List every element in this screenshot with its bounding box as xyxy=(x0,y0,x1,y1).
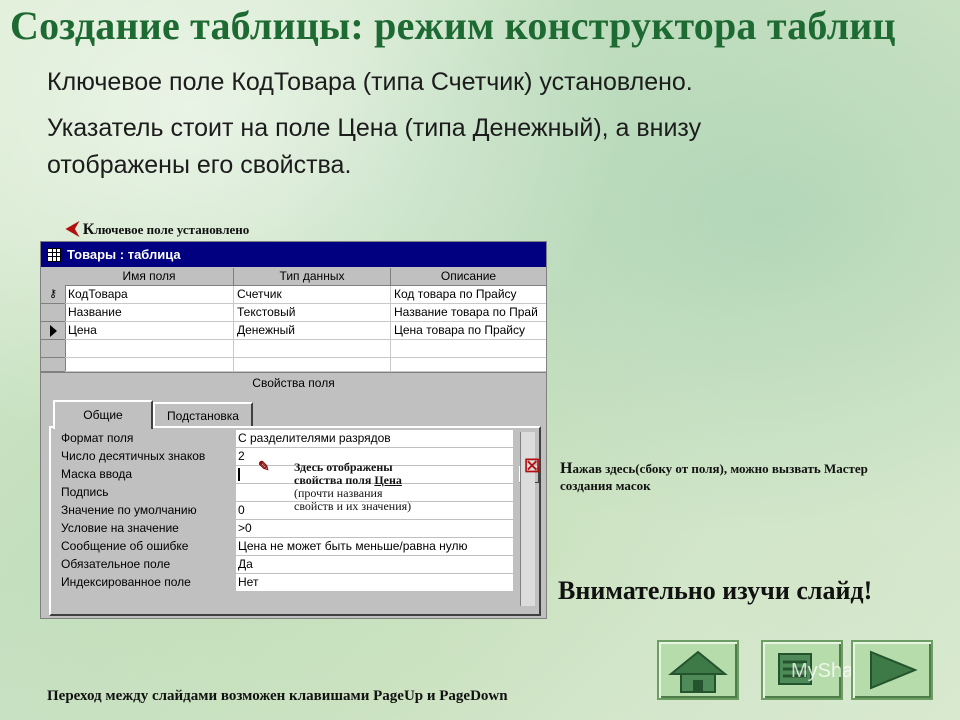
cell-description[interactable]: Название товара по Прай xyxy=(391,304,546,321)
table-row[interactable] xyxy=(41,340,546,358)
property-row[interactable]: Формат поля С разделителями разрядов xyxy=(61,430,513,448)
property-value[interactable]: Цена не может быть меньше/равна нулю xyxy=(236,538,513,556)
table-row[interactable]: Цена Денежный Цена товара по Прайсу xyxy=(41,322,546,340)
home-icon xyxy=(668,650,728,693)
property-row[interactable]: Условие на значение >0 xyxy=(61,520,513,538)
wizard-note-line1: Нажав здесь(сбоку от поля), можно вызват… xyxy=(560,460,954,478)
property-value[interactable]: Да xyxy=(236,556,513,574)
next-button[interactable] xyxy=(851,640,933,700)
footer-hint: Переход между слайдами возможен клавишам… xyxy=(47,688,508,704)
row-selector[interactable] xyxy=(41,340,65,358)
wizard-note-text: ажав здесь(сбоку от поля), можно вызвать… xyxy=(572,461,868,476)
table-row[interactable] xyxy=(41,358,546,372)
key-note: ⮜ Ключевое поле установлено xyxy=(66,218,249,239)
column-header-data-type[interactable]: Тип данных xyxy=(234,268,391,286)
table-icon xyxy=(47,248,61,262)
pencil-icon: ✎ xyxy=(258,460,270,475)
wizard-note-line2: создания масок xyxy=(560,478,651,493)
key-note-cap: К xyxy=(82,221,95,238)
column-header-description[interactable]: Описание xyxy=(391,268,546,286)
fields-grid: Имя поля Тип данных Описание ⚷ КодТовара… xyxy=(41,268,546,373)
property-row[interactable]: Сообщение об ошибке Цена не может быть м… xyxy=(61,538,513,556)
cell-data-type[interactable]: Счетчик xyxy=(234,286,391,303)
cell-description[interactable]: Цена товара по Прайсу xyxy=(391,322,546,339)
wizard-note: ☒ Нажав здесь(сбоку от поля), можно вызв… xyxy=(524,456,954,494)
key-note-text: лючевое поле установлено xyxy=(94,222,250,237)
property-label: Значение по умолчанию xyxy=(61,503,197,517)
property-label: Индексированное поле xyxy=(61,575,191,589)
key-icon: ⚷ xyxy=(48,288,58,300)
window-title: Товары : таблица xyxy=(67,247,181,262)
tab-lookup[interactable]: Подстановка xyxy=(153,402,253,428)
cell-data-type[interactable]: Текстовый xyxy=(234,304,391,321)
table-design-window: Товары : таблица Имя поля Тип данных Опи… xyxy=(40,241,547,619)
property-label: Сообщение об ошибке xyxy=(61,539,189,553)
row-selector[interactable] xyxy=(41,322,65,340)
table-row[interactable]: ⚷ КодТовара Счетчик Код товара по Прайсу xyxy=(41,286,546,304)
text-line-pointer-1: Указатель стоит на поле Цена (типа Денеж… xyxy=(47,114,702,142)
home-button[interactable] xyxy=(657,640,739,700)
cell-field-name[interactable] xyxy=(65,340,234,357)
cell-field-name[interactable]: Название xyxy=(65,304,234,321)
property-label: Маска ввода xyxy=(61,467,133,481)
property-label: Подпись xyxy=(61,485,109,499)
slide-title: Создание таблицы: режим конструктора таб… xyxy=(10,3,896,48)
text-line-pointer-2: отображены его свойства. xyxy=(47,151,352,179)
row-selector[interactable]: ⚷ xyxy=(41,286,65,304)
wizard-note-cap: Н xyxy=(560,460,573,477)
property-label: Обязательное поле xyxy=(61,557,171,571)
property-label: Условие на значение xyxy=(61,521,179,535)
property-value[interactable]: >0 xyxy=(236,520,513,538)
left-arrow-icon: ⮜ xyxy=(66,218,79,238)
table-row[interactable]: Название Текстовый Название товара по Пр… xyxy=(41,304,546,322)
text-line-key-field: Ключевое поле КодТовара (типа Счетчик) у… xyxy=(47,68,693,96)
row-selector[interactable] xyxy=(41,358,65,372)
property-label: Число десятичных знаков xyxy=(61,449,206,463)
properties-note-field-name: Цена xyxy=(374,473,402,487)
column-header-field-name[interactable]: Имя поля xyxy=(65,268,234,286)
field-properties-header: Свойства поля xyxy=(252,376,335,390)
cell-description[interactable] xyxy=(391,340,546,357)
text-cursor xyxy=(238,468,240,481)
property-row[interactable]: Индексированное поле Нет xyxy=(61,574,513,592)
pointer-hand-icon: ☒ xyxy=(524,456,541,476)
cell-data-type[interactable]: Денежный xyxy=(234,322,391,339)
cell-description[interactable] xyxy=(391,358,546,371)
cell-data-type[interactable] xyxy=(234,358,391,371)
cell-description[interactable]: Код товара по Прайсу xyxy=(391,286,546,303)
window-titlebar[interactable]: Товары : таблица xyxy=(41,242,546,267)
attention-text: Внимательно изучи слайд! xyxy=(558,576,873,605)
property-label: Формат поля xyxy=(61,431,134,445)
next-icon xyxy=(870,650,918,690)
cell-field-name[interactable] xyxy=(65,358,234,371)
properties-panel: Формат поля С разделителями разрядов Чис… xyxy=(49,426,541,616)
cell-field-name[interactable]: Цена xyxy=(65,322,234,339)
list-button[interactable]: MyShared xyxy=(761,640,882,700)
properties-note: ✎ Здесь отображены свойства поля Цена (п… xyxy=(258,461,448,513)
cell-field-name[interactable]: КодТовара xyxy=(65,286,234,303)
row-selector[interactable] xyxy=(41,304,65,322)
property-value[interactable]: С разделителями разрядов xyxy=(236,430,513,448)
property-value[interactable]: Нет xyxy=(236,574,513,592)
properties-note-line2a: свойства поля xyxy=(294,473,375,487)
property-row[interactable]: Обязательное поле Да xyxy=(61,556,513,574)
tab-general[interactable]: Общие xyxy=(53,400,153,429)
properties-note-line4: свойств и их значения) xyxy=(294,499,412,513)
pointer-icon xyxy=(50,325,57,337)
cell-data-type[interactable] xyxy=(234,340,391,357)
